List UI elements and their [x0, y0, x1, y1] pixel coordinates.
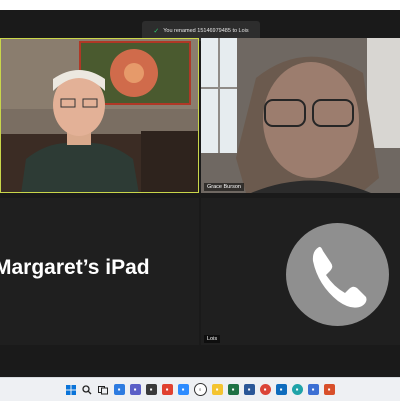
participant-name-label: Grace Burson — [204, 183, 244, 191]
phone-avatar — [286, 223, 389, 326]
video-tile-grace-burson[interactable]: Grace Burson — [201, 38, 400, 193]
office-icon[interactable]: ▪ — [161, 384, 173, 395]
widgets-icon[interactable]: ▪ — [113, 384, 125, 395]
task-view-icon[interactable] — [98, 384, 109, 395]
store-icon[interactable]: ▪ — [145, 384, 157, 395]
check-icon: ✓ — [153, 28, 160, 35]
participant-name-label: Lois — [204, 335, 221, 343]
file-explorer-icon[interactable]: ▪ — [211, 384, 223, 395]
video-tile-active-speaker[interactable] — [0, 38, 199, 193]
rename-notification-text: You renamed 15146979485 to Lois — [163, 28, 249, 34]
meeting-bottom-bar — [0, 345, 400, 377]
teams-chat-icon[interactable]: ▪ — [129, 384, 141, 395]
video-tile-lois[interactable]: Lois — [201, 198, 400, 345]
top-browser-strip — [0, 0, 400, 10]
zoom-icon[interactable]: ▪ — [177, 384, 189, 395]
edge-icon[interactable]: ▪ — [291, 384, 303, 395]
phone-icon — [312, 246, 367, 308]
participant-video-feed — [1, 39, 198, 192]
word-icon[interactable]: ▪ — [243, 384, 255, 395]
outlook-icon[interactable]: ▪ — [275, 384, 287, 395]
store-bag-icon[interactable]: ▪ — [307, 384, 319, 395]
search-icon[interactable] — [82, 384, 93, 395]
video-tile-margarets-ipad[interactable]: Margaret’s iPad — [0, 198, 199, 345]
participant-video-feed — [201, 38, 400, 193]
chrome-icon[interactable]: ▪ — [259, 384, 271, 395]
participant-display-name: Margaret’s iPad — [0, 256, 150, 279]
another-app-icon[interactable]: ▪ — [323, 384, 335, 395]
windows-taskbar: ▪ ▪ ▪ ▪ ▪ ◦ ▪ ▪ ▪ ▪ ▪ ▪ ▪ ▪ — [0, 377, 400, 401]
excel-icon[interactable]: ▪ — [227, 384, 239, 395]
dell-icon[interactable]: ◦ — [193, 383, 207, 396]
windows-start-icon[interactable] — [66, 384, 77, 395]
